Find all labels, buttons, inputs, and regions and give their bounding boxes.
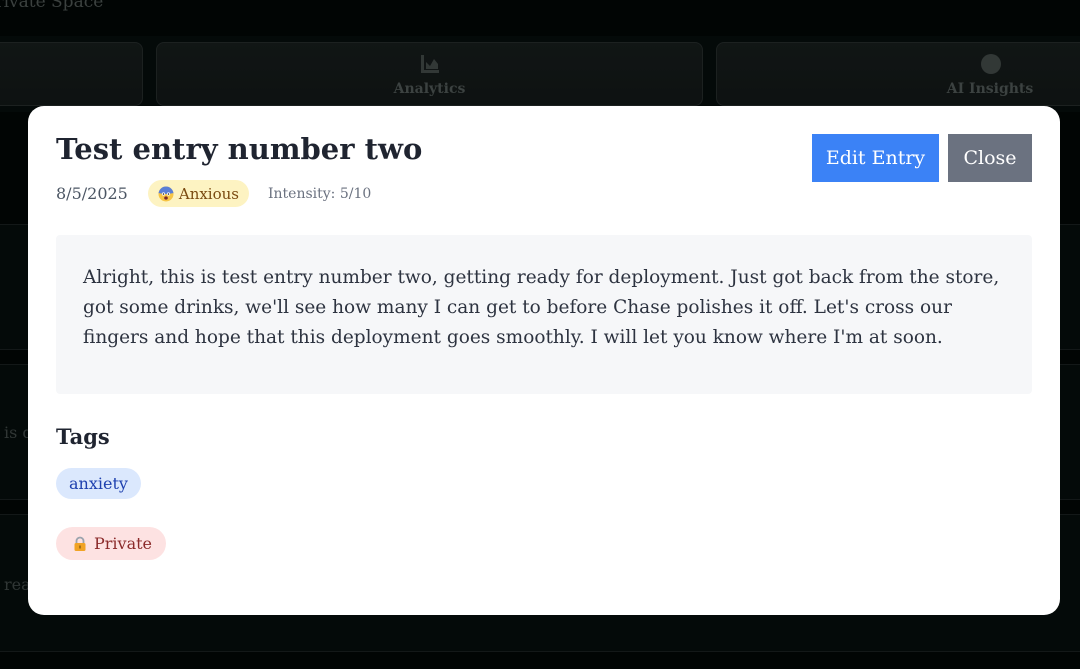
entry-meta: 8/5/2025 Anxious Intensity: 5/10 (56, 180, 371, 207)
tags-heading: Tags (56, 424, 110, 449)
entry-date: 8/5/2025 (56, 184, 128, 203)
privacy-badge: Private (56, 527, 167, 560)
edit-entry-button[interactable]: Edit Entry (812, 134, 939, 182)
mood-badge: Anxious (147, 180, 249, 207)
mood-label: Anxious (178, 184, 239, 203)
privacy-label: Private (94, 534, 153, 553)
entry-modal: Test entry number two 8/5/2025 Anxious I… (28, 106, 1060, 615)
lock-icon (74, 536, 86, 551)
entry-title: Test entry number two (56, 132, 423, 166)
intensity-value: Intensity: 5/10 (268, 185, 372, 202)
close-button[interactable]: Close (948, 134, 1032, 182)
entry-content: Alright, this is test entry number two, … (56, 235, 1032, 394)
tag-chip[interactable]: anxiety (56, 468, 141, 499)
anxious-face-icon (158, 186, 174, 201)
